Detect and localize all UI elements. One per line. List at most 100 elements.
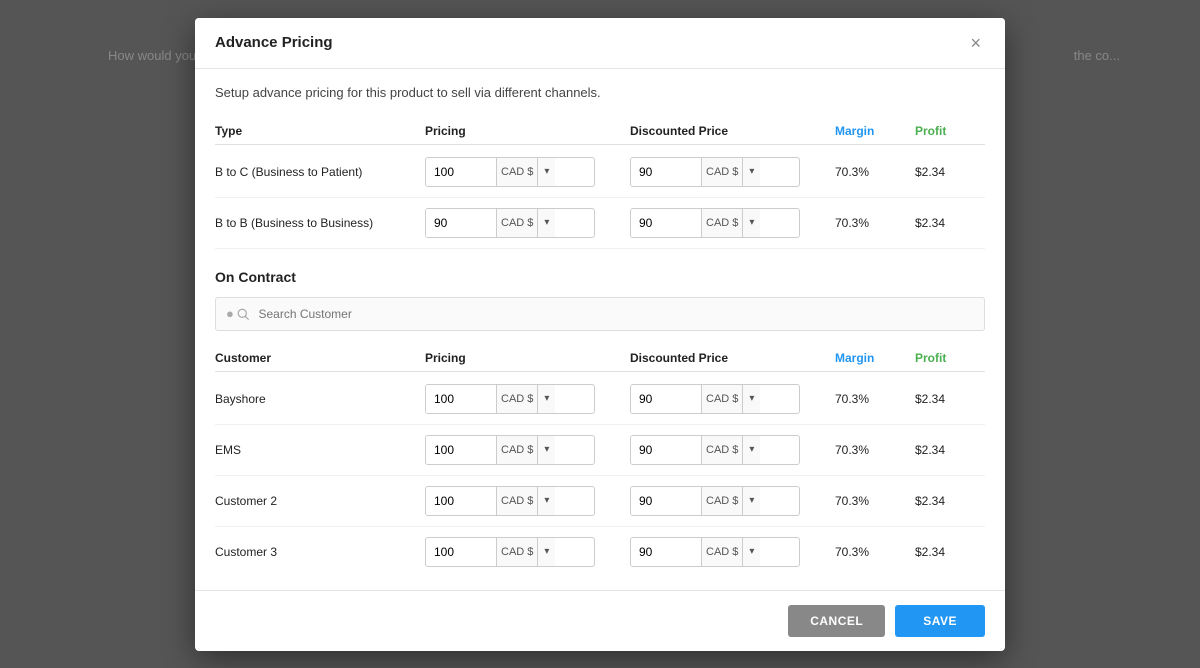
customer-name: Bayshore [215,392,425,406]
contract-pricing-value[interactable] [426,436,496,464]
contract-discounted-currency: CAD $ [701,385,742,413]
discounted-value-btoc[interactable] [631,158,701,186]
discounted-currency-dropdown-btob[interactable]: ▾ [742,209,760,237]
modal-body: Setup advance pricing for this product t… [195,69,1005,590]
contract-margin: 70.3% [835,545,915,559]
pricing-currency-dropdown-btoc[interactable]: ▾ [537,158,555,186]
contract-pricing-value[interactable] [426,538,496,566]
contract-discounted-value[interactable] [631,436,701,464]
contract-discounted-currency: CAD $ [701,436,742,464]
pricing-input-0: CAD $ ▾ [425,384,630,414]
on-contract-title: On Contract [215,269,985,285]
customer-name: EMS [215,443,425,457]
contract-discounted-value[interactable] [631,487,701,515]
customer-name: Customer 2 [215,494,425,508]
pricing-input-3: CAD $ ▾ [425,537,630,567]
pricing-input-btob: CAD $ ▾ [425,208,630,238]
contract-profit: $2.34 [915,494,985,508]
contract-discounted-currency: CAD $ [701,487,742,515]
modal-header: Advance Pricing × [195,18,1005,69]
pricing-currency-dropdown-btob[interactable]: ▾ [537,209,555,237]
contract-profit: $2.34 [915,443,985,457]
contract-margin: 70.3% [835,494,915,508]
advance-pricing-modal: Advance Pricing × Setup advance pricing … [195,18,1005,651]
contract-col-margin: Margin [835,351,915,365]
type-btoc: B to C (Business to Patient) [215,165,425,179]
contract-margin: 70.3% [835,443,915,457]
contract-pricing-currency: CAD $ [496,538,537,566]
contract-pricing-value[interactable] [426,487,496,515]
profit-btoc: $2.34 [915,165,985,179]
contract-profit: $2.34 [915,545,985,559]
discounted-input-1: CAD $ ▾ [630,435,835,465]
search-bar[interactable]: ●︎ [215,297,985,331]
cancel-button[interactable]: CANCEL [788,605,885,637]
modal-footer: CANCEL SAVE [195,590,1005,651]
contract-discounted-value[interactable] [631,385,701,413]
contract-discounted-dropdown[interactable]: ▾ [742,436,760,464]
pricing-table: Type Pricing Discounted Price Margin Pro… [215,118,985,249]
contract-pricing-dropdown[interactable]: ▾ [537,487,555,515]
pricing-currency-btob: CAD $ [496,209,537,237]
modal-subtitle: Setup advance pricing for this product t… [215,85,985,100]
contract-pricing-dropdown[interactable]: ▾ [537,436,555,464]
profit-btob: $2.34 [915,216,985,230]
discounted-input-btob: CAD $ ▾ [630,208,835,238]
table-row: Bayshore CAD $ ▾ CAD $ ▾ 70.3% $2.34 [215,374,985,425]
search-icon: ●︎ [226,306,250,321]
contract-section: On Contract ●︎ Customer Pricing Discount… [215,269,985,574]
col-discounted: Discounted Price [630,124,835,138]
margin-btob: 70.3% [835,216,915,230]
pricing-input-btoc: CAD $ ▾ [425,157,630,187]
margin-btoc: 70.3% [835,165,915,179]
contract-rows-wrapper[interactable]: Bayshore CAD $ ▾ CAD $ ▾ 70.3% $2.34 EMS [215,374,985,574]
discounted-input-btoc: CAD $ ▾ [630,157,835,187]
col-profit: Profit [915,124,985,138]
contract-pricing-dropdown[interactable]: ▾ [537,538,555,566]
search-input[interactable] [258,307,974,321]
contract-discounted-dropdown[interactable]: ▾ [742,487,760,515]
contract-pricing-dropdown[interactable]: ▾ [537,385,555,413]
pricing-value-btoc[interactable] [426,158,496,186]
contract-discounted-value[interactable] [631,538,701,566]
discounted-input-2: CAD $ ▾ [630,486,835,516]
discounted-currency-btob: CAD $ [701,209,742,237]
contract-col-discounted: Discounted Price [630,351,835,365]
pricing-input-2: CAD $ ▾ [425,486,630,516]
contract-discounted-currency: CAD $ [701,538,742,566]
pricing-table-header: Type Pricing Discounted Price Margin Pro… [215,118,985,145]
pricing-input-1: CAD $ ▾ [425,435,630,465]
table-row: Customer 3 CAD $ ▾ CAD $ ▾ 70.3% $2.34 [215,527,985,574]
pricing-value-btob[interactable] [426,209,496,237]
discounted-value-btob[interactable] [631,209,701,237]
contract-discounted-dropdown[interactable]: ▾ [742,538,760,566]
pricing-row-btob: B to B (Business to Business) CAD $ ▾ CA… [215,198,985,249]
contract-pricing-value[interactable] [426,385,496,413]
contract-col-profit: Profit [915,351,985,365]
discounted-input-0: CAD $ ▾ [630,384,835,414]
contract-col-customer: Customer [215,351,425,365]
table-row: EMS CAD $ ▾ CAD $ ▾ 70.3% $2.34 [215,425,985,476]
contract-discounted-dropdown[interactable]: ▾ [742,385,760,413]
table-row: Customer 2 CAD $ ▾ CAD $ ▾ 70.3% $2.34 [215,476,985,527]
close-button[interactable]: × [966,32,985,54]
modal-title: Advance Pricing [215,34,333,51]
col-margin: Margin [835,124,915,138]
pricing-row-btoc: B to C (Business to Patient) CAD $ ▾ CAD… [215,147,985,198]
type-btob: B to B (Business to Business) [215,216,425,230]
col-type: Type [215,124,425,138]
discounted-input-3: CAD $ ▾ [630,537,835,567]
save-button[interactable]: SAVE [895,605,985,637]
contract-pricing-currency: CAD $ [496,436,537,464]
discounted-currency-btoc: CAD $ [701,158,742,186]
contract-pricing-currency: CAD $ [496,385,537,413]
contract-pricing-currency: CAD $ [496,487,537,515]
customer-name: Customer 3 [215,545,425,559]
pricing-currency-btoc: CAD $ [496,158,537,186]
discounted-currency-dropdown-btoc[interactable]: ▾ [742,158,760,186]
contract-col-pricing: Pricing [425,351,630,365]
contract-table-header: Customer Pricing Discounted Price Margin… [215,345,985,372]
col-pricing: Pricing [425,124,630,138]
modal-overlay: Advance Pricing × Setup advance pricing … [0,0,1200,668]
contract-profit: $2.34 [915,392,985,406]
